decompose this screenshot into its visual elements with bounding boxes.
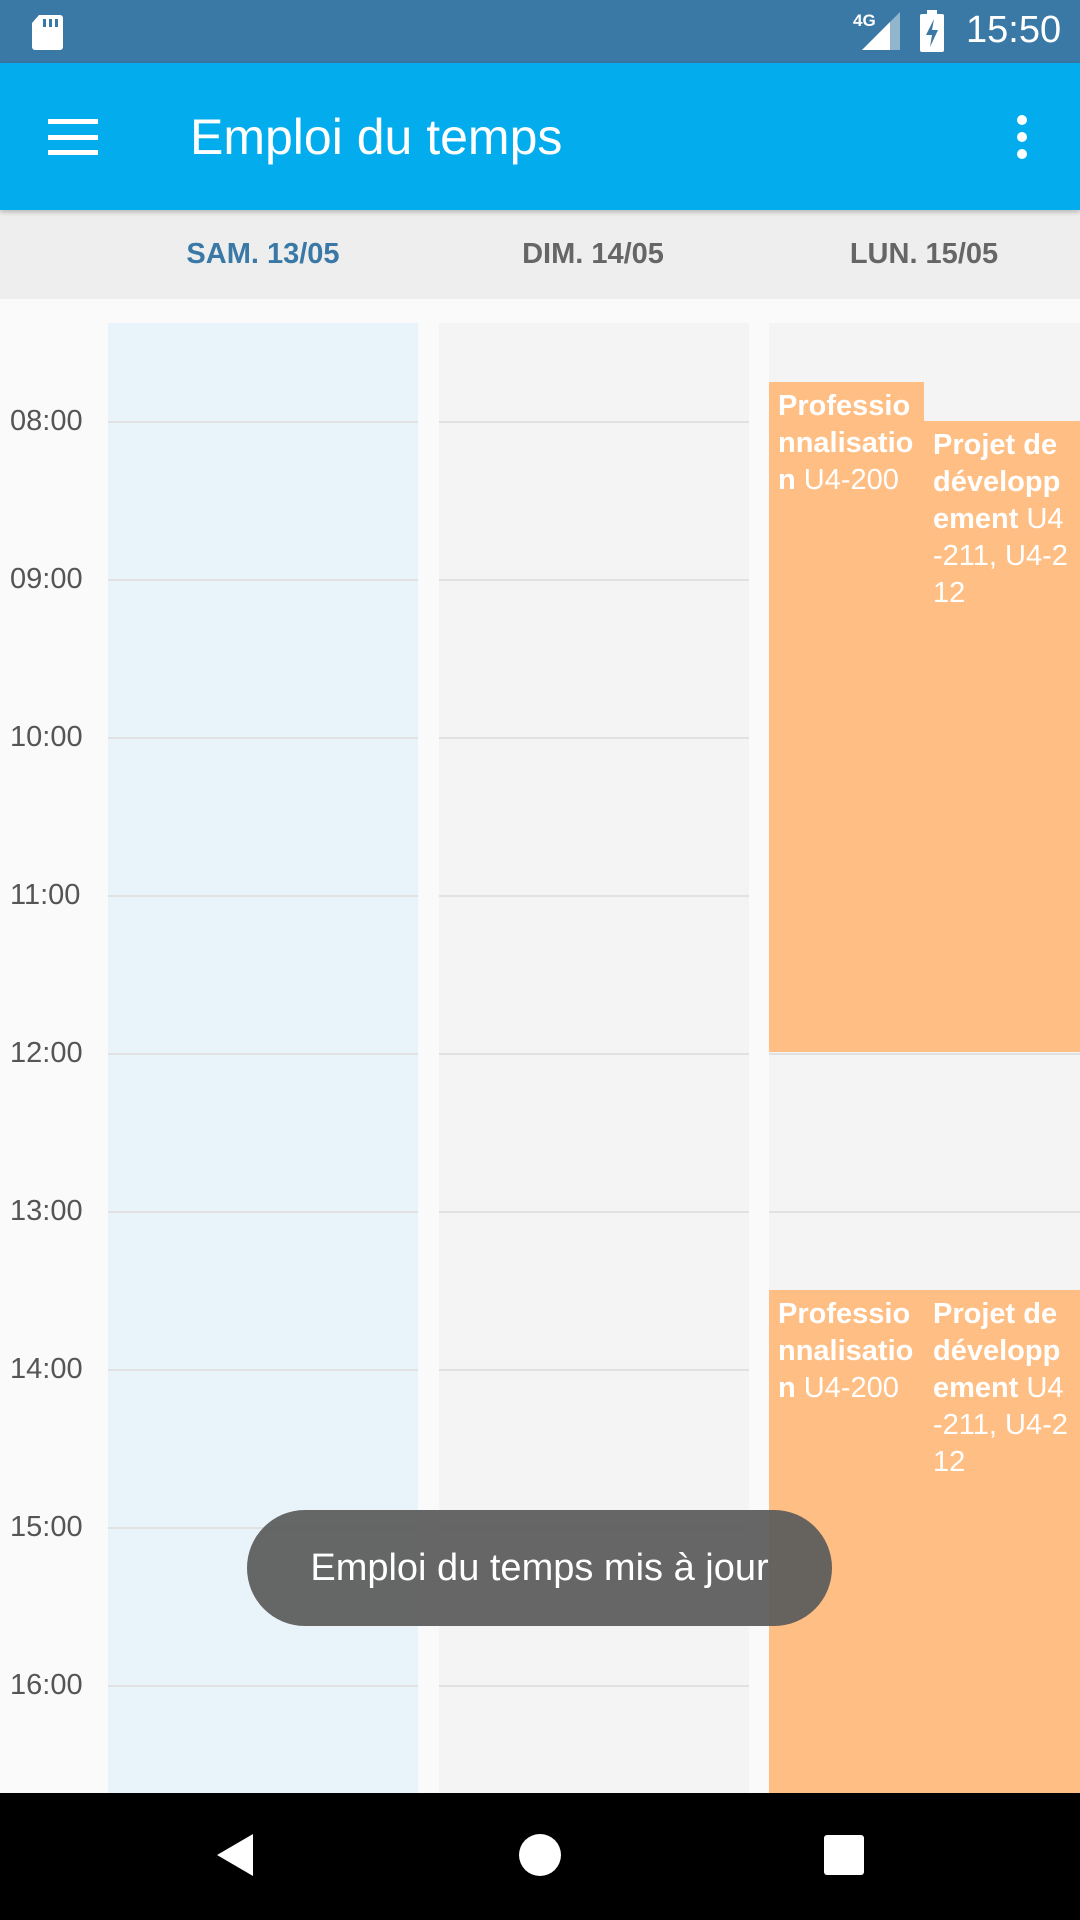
- hour-gridline: [439, 737, 749, 739]
- hour-gridline: [108, 895, 418, 897]
- battery-charging-icon: [920, 10, 944, 52]
- sd-card-icon: [32, 15, 63, 50]
- hour-gridline: [439, 1211, 749, 1213]
- hour-gridline: [439, 1053, 749, 1055]
- hour-gridline: [108, 1685, 418, 1687]
- event-room: U4-200: [803, 464, 899, 496]
- hour-gridline: [108, 579, 418, 581]
- day-tab-saturday[interactable]: SAM. 13/05: [108, 210, 418, 299]
- hour-gridline: [769, 1211, 1080, 1213]
- navigation-bar: [0, 1793, 1080, 1920]
- recents-icon[interactable]: [823, 1834, 865, 1876]
- back-icon[interactable]: [213, 1831, 257, 1879]
- time-label: 16:00: [10, 1669, 83, 1701]
- event-card[interactable]: Professionnalisation U4-200: [769, 382, 924, 1052]
- hour-gridline: [108, 421, 418, 423]
- hour-gridline: [769, 1053, 1080, 1055]
- more-vert-icon[interactable]: [1013, 115, 1031, 159]
- hour-gridline: [108, 1211, 418, 1213]
- event-room: U4-200: [803, 1372, 899, 1404]
- time-label: 13:00: [10, 1195, 83, 1227]
- time-label: 10:00: [10, 721, 83, 753]
- hour-gridline: [108, 737, 418, 739]
- hour-gridline: [439, 421, 749, 423]
- event-card[interactable]: Projet de développement U4-211, U4-212: [924, 1290, 1080, 1793]
- event-card[interactable]: Projet de développement U4-211, U4-212: [924, 421, 1080, 1052]
- time-label: 15:00: [10, 1511, 83, 1543]
- day-tab-sunday[interactable]: DIM. 14/05: [438, 210, 748, 299]
- home-icon[interactable]: [518, 1833, 562, 1877]
- hour-gridline: [439, 895, 749, 897]
- menu-icon[interactable]: [48, 119, 98, 155]
- hour-row: 13:00: [0, 1195, 1080, 1251]
- time-label: 12:00: [10, 1037, 83, 1069]
- hour-gridline: [108, 1369, 418, 1371]
- time-label: 11:00: [10, 879, 81, 911]
- time-label: 14:00: [10, 1353, 83, 1385]
- day-tab-monday[interactable]: LUN. 15/05: [769, 210, 1079, 299]
- time-label: 08:00: [10, 405, 83, 437]
- app-bar: Emploi du temps: [0, 63, 1080, 210]
- hour-row: 12:00: [0, 1037, 1080, 1093]
- hour-gridline: [439, 579, 749, 581]
- time-label: 09:00: [10, 563, 83, 595]
- signal-icon: [862, 12, 900, 50]
- toast-message: Emploi du temps mis à jour: [247, 1510, 832, 1626]
- hour-gridline: [439, 1685, 749, 1687]
- status-bar: 4G 15:50: [0, 0, 1080, 63]
- hour-gridline: [439, 1369, 749, 1371]
- page-title: Emploi du temps: [190, 109, 563, 165]
- clock: 15:50: [966, 9, 1062, 51]
- hour-gridline: [108, 1053, 418, 1055]
- day-header: SAM. 13/05 DIM. 14/05 LUN. 15/05: [0, 210, 1080, 299]
